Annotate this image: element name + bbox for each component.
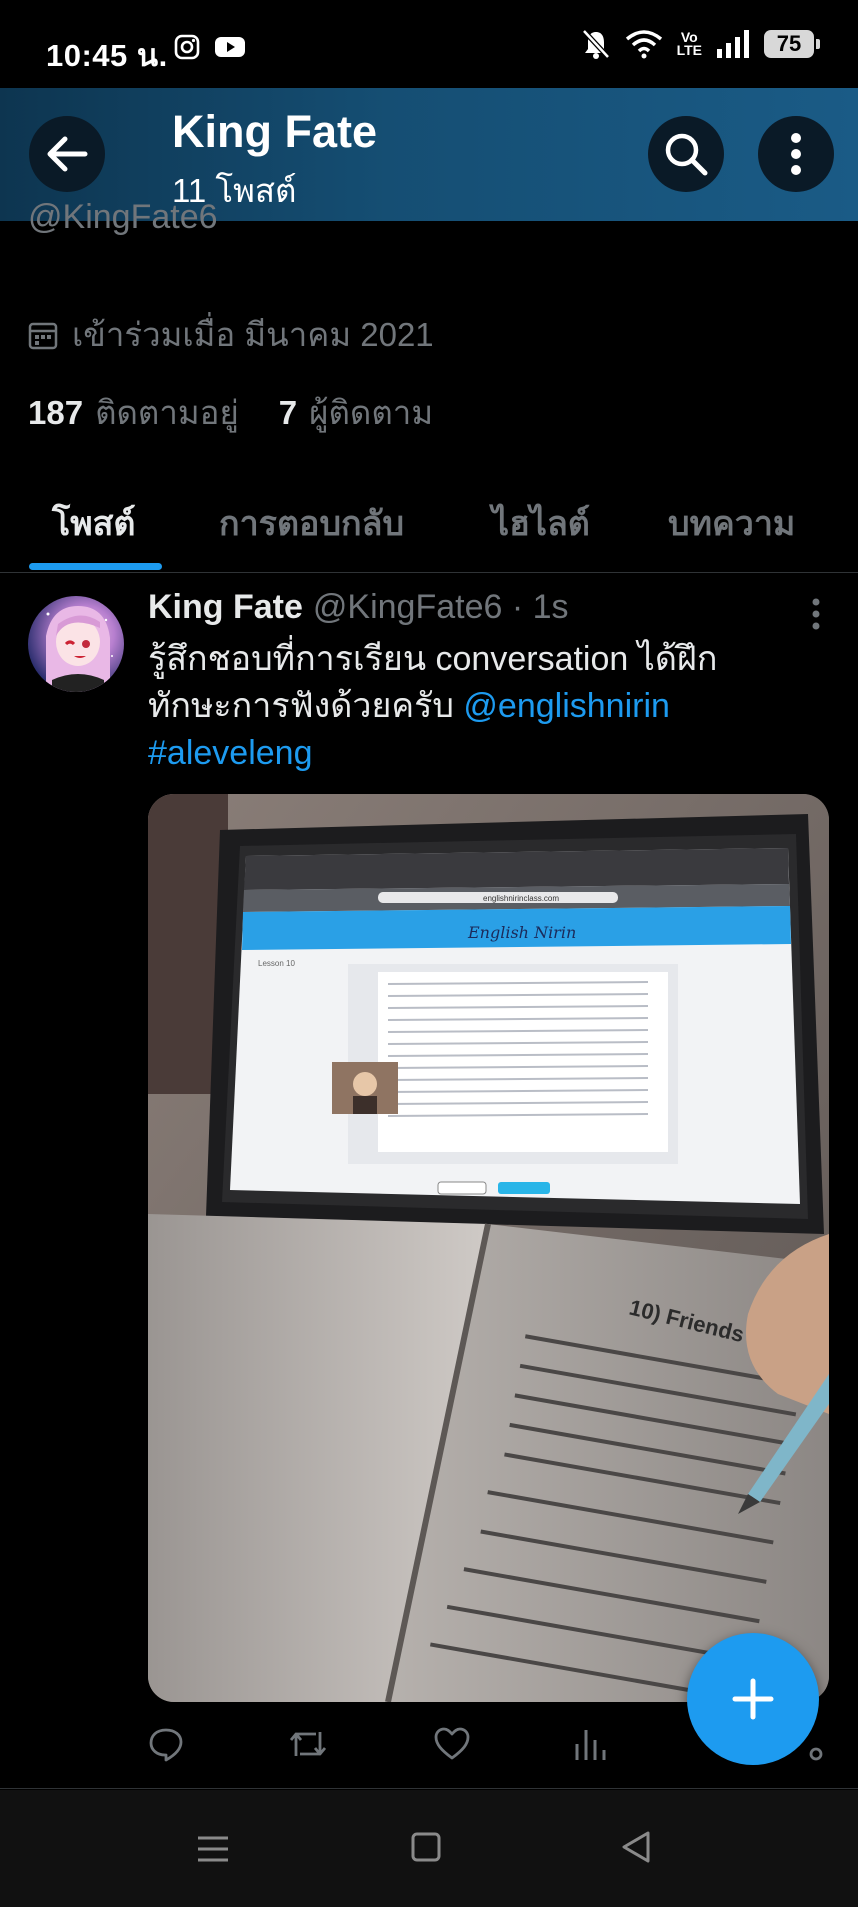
mute-bell-icon: [581, 29, 610, 59]
calendar-icon: [28, 322, 58, 349]
anime-avatar-image: [46, 606, 113, 692]
tweet-author-name[interactable]: King Fate: [148, 588, 303, 626]
arrow-left-icon: [47, 136, 88, 172]
followers-link[interactable]: 7 ผู้ติดตาม: [279, 386, 433, 439]
avatar[interactable]: [28, 596, 124, 692]
tab-articles[interactable]: บทความ: [668, 496, 795, 550]
volte-line-2: LTE: [676, 42, 702, 58]
home-button[interactable]: [411, 1832, 441, 1867]
tweet-text-line-2: ทักษะการฟังด้วยครับ: [148, 687, 454, 725]
signal-icon: [717, 30, 749, 58]
tab-highlights[interactable]: ไฮไลต์: [492, 496, 590, 550]
feed-divider: [0, 1788, 858, 1789]
search-button[interactable]: [648, 116, 724, 192]
following-label: ติดตามอยู่: [95, 394, 239, 431]
profile-tabs: โพสต์ การตอบกลับ ไฮไลต์ บทความ: [0, 476, 858, 573]
tweet-text: รู้สึกชอบที่การเรียน conversation ได้ฝึก…: [148, 636, 788, 777]
repost-icon: [289, 1732, 327, 1756]
analytics-icon: [575, 1730, 606, 1760]
tweet-header: King Fate @KingFate6 · 1s: [148, 588, 569, 627]
followers-label: ผู้ติดตาม: [309, 394, 434, 431]
system-navigation-bar: [0, 1790, 858, 1907]
instagram-icon: [174, 34, 200, 60]
compose-button[interactable]: [687, 1633, 819, 1765]
more-vertical-icon: [812, 598, 820, 630]
status-notification-icons: [174, 34, 246, 60]
tweet-media-photo[interactable]: englishnirinclass.com English Nirin Less…: [148, 794, 829, 1702]
mention-link[interactable]: @englishnirin: [463, 687, 670, 725]
system-back-button[interactable]: [620, 1830, 652, 1869]
more-options-button[interactable]: [758, 116, 834, 192]
hashtag-link[interactable]: #aleveleng: [148, 734, 312, 772]
following-count: 187: [28, 394, 84, 431]
plus-icon: [732, 1678, 774, 1720]
search-icon: [665, 133, 708, 176]
follow-stats: 187 ติดตามอยู่ 7 ผู้ติดตาม: [28, 386, 433, 439]
photo-lesson-text: Lesson 10: [258, 959, 295, 968]
volte-indicator: Vo LTE: [676, 30, 702, 58]
heart-icon: [434, 1727, 470, 1760]
battery-indicator: 75: [764, 30, 820, 58]
like-button[interactable]: [433, 1726, 471, 1767]
tweet-meta: @KingFate6 · 1s: [312, 588, 569, 626]
reply-icon: [149, 1728, 183, 1762]
recents-button[interactable]: [196, 1834, 230, 1869]
tweet-text-line-1: รู้สึกชอบที่การเรียน conversation ได้ฝึก: [148, 640, 718, 678]
menu-lines-icon: [198, 1836, 228, 1862]
photo-content: englishnirinclass.com English Nirin Less…: [148, 794, 829, 1702]
tab-replies[interactable]: การตอบกลับ: [219, 496, 404, 550]
join-date-text: เข้าร่วมเมื่อ มีนาคม 2021: [72, 316, 434, 353]
back-button[interactable]: [29, 116, 105, 192]
status-bar: 10:45 น. Vo LTE 75: [0, 0, 858, 88]
status-system-icons: Vo LTE 75: [581, 28, 820, 60]
tab-posts[interactable]: โพสต์: [52, 496, 136, 550]
reply-button[interactable]: [148, 1726, 184, 1767]
photo-brand-text: English Nirin: [467, 923, 576, 942]
header-title: King Fate: [172, 106, 378, 157]
repost-button[interactable]: [288, 1726, 328, 1767]
active-tab-indicator: [29, 563, 162, 570]
followers-count: 7: [278, 394, 298, 431]
youtube-icon: [215, 37, 245, 57]
profile-handle: @KingFate6: [28, 198, 218, 236]
triangle-back-icon: [622, 1831, 650, 1863]
square-home-icon: [411, 1832, 441, 1862]
more-vertical-icon: [791, 133, 801, 175]
views-button[interactable]: [573, 1726, 607, 1767]
tweet-more-button[interactable]: [812, 598, 820, 635]
wifi-icon: [625, 30, 662, 59]
status-time: 10:45 น.: [46, 38, 168, 73]
following-link[interactable]: 187 ติดตามอยู่: [28, 386, 239, 439]
photo-url-text: englishnirinclass.com: [483, 894, 559, 903]
join-date: เข้าร่วมเมื่อ มีนาคม 2021: [28, 308, 434, 361]
